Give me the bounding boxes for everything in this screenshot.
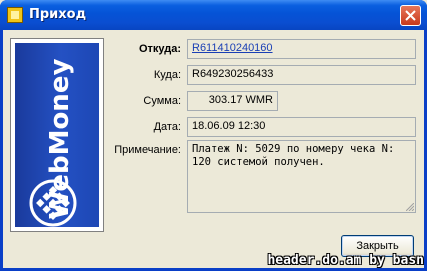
to-label: Куда: bbox=[153, 69, 181, 81]
from-wallet-link[interactable]: R611410240160 bbox=[187, 39, 416, 59]
window-title: Приход bbox=[29, 7, 87, 22]
amount-field: 303.17 WMR bbox=[187, 91, 278, 111]
title-bar[interactable]: Приход bbox=[0, 0, 427, 30]
resize-grip-icon bbox=[406, 203, 414, 211]
amount-label: Сумма: bbox=[143, 95, 181, 107]
brand-panel: WebMoney bbox=[10, 38, 104, 232]
note-text: Платеж N: 5029 по номеру чека N: 120 сис… bbox=[192, 143, 395, 168]
note-textarea[interactable]: Платеж N: 5029 по номеру чека N: 120 сис… bbox=[187, 140, 416, 213]
date-label: Дата: bbox=[153, 121, 181, 133]
dialog-window: Приход WebMoney Откуда: R611410240160 Ку… bbox=[0, 0, 427, 271]
from-label: Откуда: bbox=[138, 43, 181, 55]
note-label: Примечание: bbox=[114, 144, 181, 156]
date-field: 18.06.09 12:30 bbox=[187, 117, 416, 137]
app-icon bbox=[7, 7, 23, 23]
close-window-button[interactable] bbox=[400, 5, 421, 26]
watermark-text: header.do.am by basn bbox=[267, 253, 424, 268]
close-icon bbox=[405, 10, 416, 21]
to-wallet-field: R649230256433 bbox=[187, 65, 416, 85]
webmoney-globe-icon bbox=[29, 179, 77, 227]
dialog-body: WebMoney Откуда: R611410240160 Куда: R64… bbox=[3, 30, 424, 268]
